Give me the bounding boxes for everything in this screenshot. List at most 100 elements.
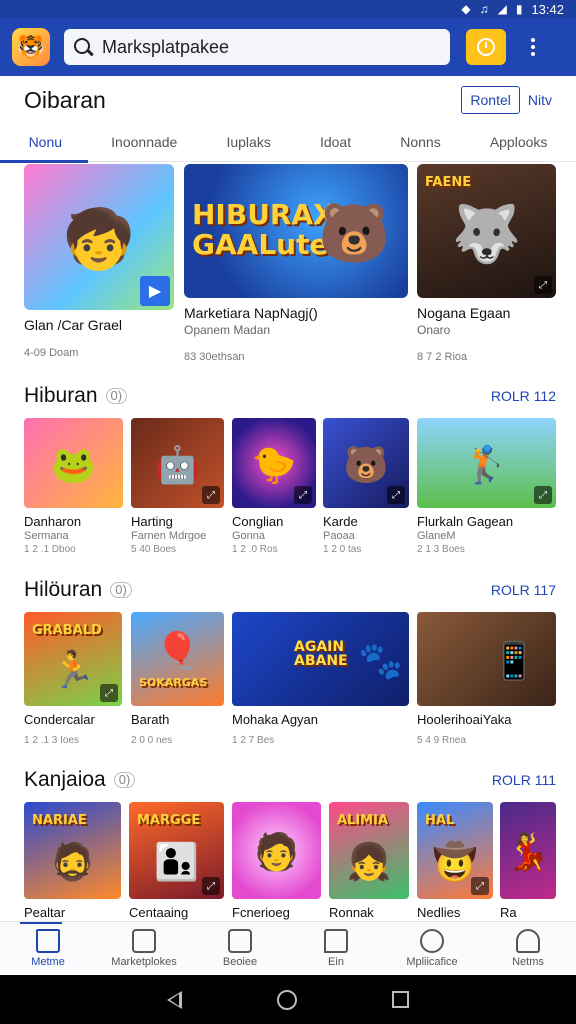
app-subtitle: Gonna: [232, 530, 266, 542]
app-title: Conglian: [232, 514, 284, 529]
app-card[interactable]: 💃 Ra: [500, 802, 556, 920]
category-tabs: Nonu Inoonnade Iuplaks Idoat Nonns Applo…: [0, 124, 576, 163]
app-thumbnail: AGAIN ABANE 🐾: [232, 612, 409, 706]
tab-4[interactable]: Idoat: [312, 124, 359, 162]
featured-art-text: FAENE: [425, 175, 472, 190]
app-meta: 5 4 9 Rnea: [417, 735, 466, 746]
app-card[interactable]: 🤖 ⤢ Harting Farnen Mdrgoe 5 40 Boes: [131, 418, 224, 555]
app-card[interactable]: AGAIN ABANE 🐾 Mohaka Agyan 1 2 7 Bes: [232, 612, 409, 746]
app-card[interactable]: ALIMIA 👧 Ronnak: [329, 802, 409, 920]
app-art: 🏃: [50, 649, 96, 691]
nav-chat[interactable]: Ein: [288, 922, 384, 975]
featured-thumbnail: HIBURAX GAALute 🐻: [184, 164, 408, 298]
app-art-text: HAL: [425, 813, 455, 828]
expand-icon: ⤢: [294, 486, 312, 504]
search-icon: [72, 36, 94, 58]
tab-2[interactable]: Inoonnade: [103, 124, 185, 162]
status-bar: ◆ ♫ ◢ ▮ 13:42: [0, 0, 576, 18]
nav-label: Metme: [31, 956, 65, 968]
tab-home[interactable]: Nonu: [0, 124, 89, 163]
expand-icon: ⤢: [534, 486, 552, 504]
app-logo-icon[interactable]: 🐯: [12, 28, 50, 66]
nav-marketplace[interactable]: Marketplokes: [96, 922, 192, 975]
wifi-icon: ◢: [497, 2, 507, 16]
nav-reviews[interactable]: Beoiee: [192, 922, 288, 975]
app-art-text: GRABALD: [32, 623, 102, 638]
nav-applications[interactable]: Mpliicafice: [384, 922, 480, 975]
app-title: Karde: [323, 514, 358, 529]
featured-thumbnail: 🧒 ▶: [24, 164, 174, 310]
section-badge: 0): [113, 772, 136, 788]
document-icon: [132, 929, 156, 953]
app-title: Centaaing: [129, 905, 189, 920]
app-card[interactable]: 🐻 ⤢ Karde Paoaa 1 2 0 tas: [323, 418, 409, 555]
app-art-text: ALIMIA: [337, 813, 389, 828]
badge-icon: [420, 929, 444, 953]
app-art: 🤖: [155, 443, 200, 485]
app-card[interactable]: GRABALD 🏃 ⤢ Condercalar 1 2 .1 3 Ioes: [24, 612, 122, 746]
search-box[interactable]: [64, 29, 450, 65]
nav-label: Netms: [512, 956, 544, 968]
app-subtitle: Sermana: [24, 530, 69, 542]
tab-5[interactable]: Nonns: [392, 124, 448, 162]
section-more-link[interactable]: ROLR 117: [491, 582, 556, 598]
section-more-link[interactable]: ROLR 112: [491, 388, 556, 404]
app-thumbnail: 🐻 ⤢: [323, 418, 409, 508]
app-meta: 1 2 7 Bes: [232, 735, 275, 746]
search-input[interactable]: [102, 36, 432, 58]
featured-title: Nogana Egaan: [417, 305, 511, 321]
section-hiloeuran: Hilöuran 0) ROLR 117 GRABALD 🏃 ⤢ Condercal…: [24, 576, 556, 762]
featured-meta: 83 30ethsan: [184, 351, 245, 363]
app-card[interactable]: 🏌️ ⤢ Flurkaln Gagean GlaneM 2 1 3 Boes: [417, 418, 556, 555]
section-more-link[interactable]: ROLR 111: [492, 772, 556, 788]
nav-profile[interactable]: Netms: [480, 922, 576, 975]
nav-home[interactable]: Metme: [0, 922, 96, 975]
app-card[interactable]: 🐸 Danharon Sermana 1 2 .1 Dboo: [24, 418, 123, 555]
app-card[interactable]: 🐤 ⤢ Conglian Gonna 1 2 .0 Ros: [232, 418, 316, 555]
featured-card[interactable]: 🧒 ▶ Glan /Car Grael 4-09 Doam: [24, 164, 174, 359]
signal-icon: ◆: [461, 2, 471, 16]
app-art: 👨‍👦: [154, 841, 199, 883]
home-circle-icon[interactable]: [276, 989, 297, 1010]
app-art: 🤠: [432, 841, 478, 883]
tab-6[interactable]: Applooks: [482, 124, 556, 162]
list-icon: [228, 929, 252, 953]
app-title: Fcnerioeg: [232, 905, 290, 920]
app-card[interactable]: MARGGE 👨‍👦 ⤢ Centaaing: [129, 802, 224, 920]
expand-icon: ⤢: [202, 486, 220, 504]
featured-title: Glan /Car Grael: [24, 317, 123, 333]
profile-icon: [516, 929, 540, 953]
header-text-button[interactable]: Nitv: [528, 92, 552, 108]
app-thumbnail: ALIMIA 👧: [329, 802, 409, 899]
header-outline-button[interactable]: Rontel: [461, 86, 520, 114]
featured-card[interactable]: HIBURAX GAALute 🐻 Marketiara NapNagj() O…: [184, 164, 408, 363]
expand-icon: ⤢: [202, 877, 220, 895]
history-button[interactable]: [466, 29, 506, 65]
nav-label: Ein: [328, 956, 344, 968]
app-art: 🐤: [251, 443, 297, 485]
vibrate-icon: ♫: [479, 2, 489, 16]
app-card[interactable]: 📱 HoolerihoaiYaka 5 4 9 Rnea: [417, 612, 556, 746]
expand-icon: ⤢: [387, 486, 405, 504]
featured-subtitle: Onaro: [417, 323, 451, 337]
app-card[interactable]: NARIAE 🧔 Pealtar: [24, 802, 121, 920]
tab-3[interactable]: Iuplaks: [218, 124, 278, 162]
recents-icon[interactable]: [391, 991, 409, 1008]
app-title: Ronnak: [329, 905, 374, 920]
app-card[interactable]: 🎈 SOKARGAS Barath 2 0 0 nes: [131, 612, 224, 746]
app-subtitle: Farnen Mdrgoe: [131, 530, 207, 542]
app-meta: 1 2 .1 Dboo: [24, 544, 76, 555]
featured-art: 🐻: [318, 200, 391, 266]
app-title: Nedlies: [417, 905, 461, 920]
app-card[interactable]: HAL 🤠 ⤢ Nedlies: [417, 802, 493, 920]
more-options-icon[interactable]: [528, 38, 538, 56]
featured-meta: 4-09 Doam: [24, 347, 79, 359]
back-icon[interactable]: [167, 990, 183, 1009]
featured-card[interactable]: FAENE 🐺 ⤢ Nogana Egaan Onaro 8 7 2 Rioa: [417, 164, 556, 363]
chat-icon: [324, 929, 348, 953]
clock-icon: [477, 38, 495, 56]
app-thumbnail: 🏌️ ⤢: [417, 418, 556, 508]
app-title: HoolerihoaiYaka: [417, 712, 512, 727]
app-card[interactable]: 🧑 Fcnerioeg: [232, 802, 321, 920]
app-art-text: MARGGE: [137, 813, 201, 828]
